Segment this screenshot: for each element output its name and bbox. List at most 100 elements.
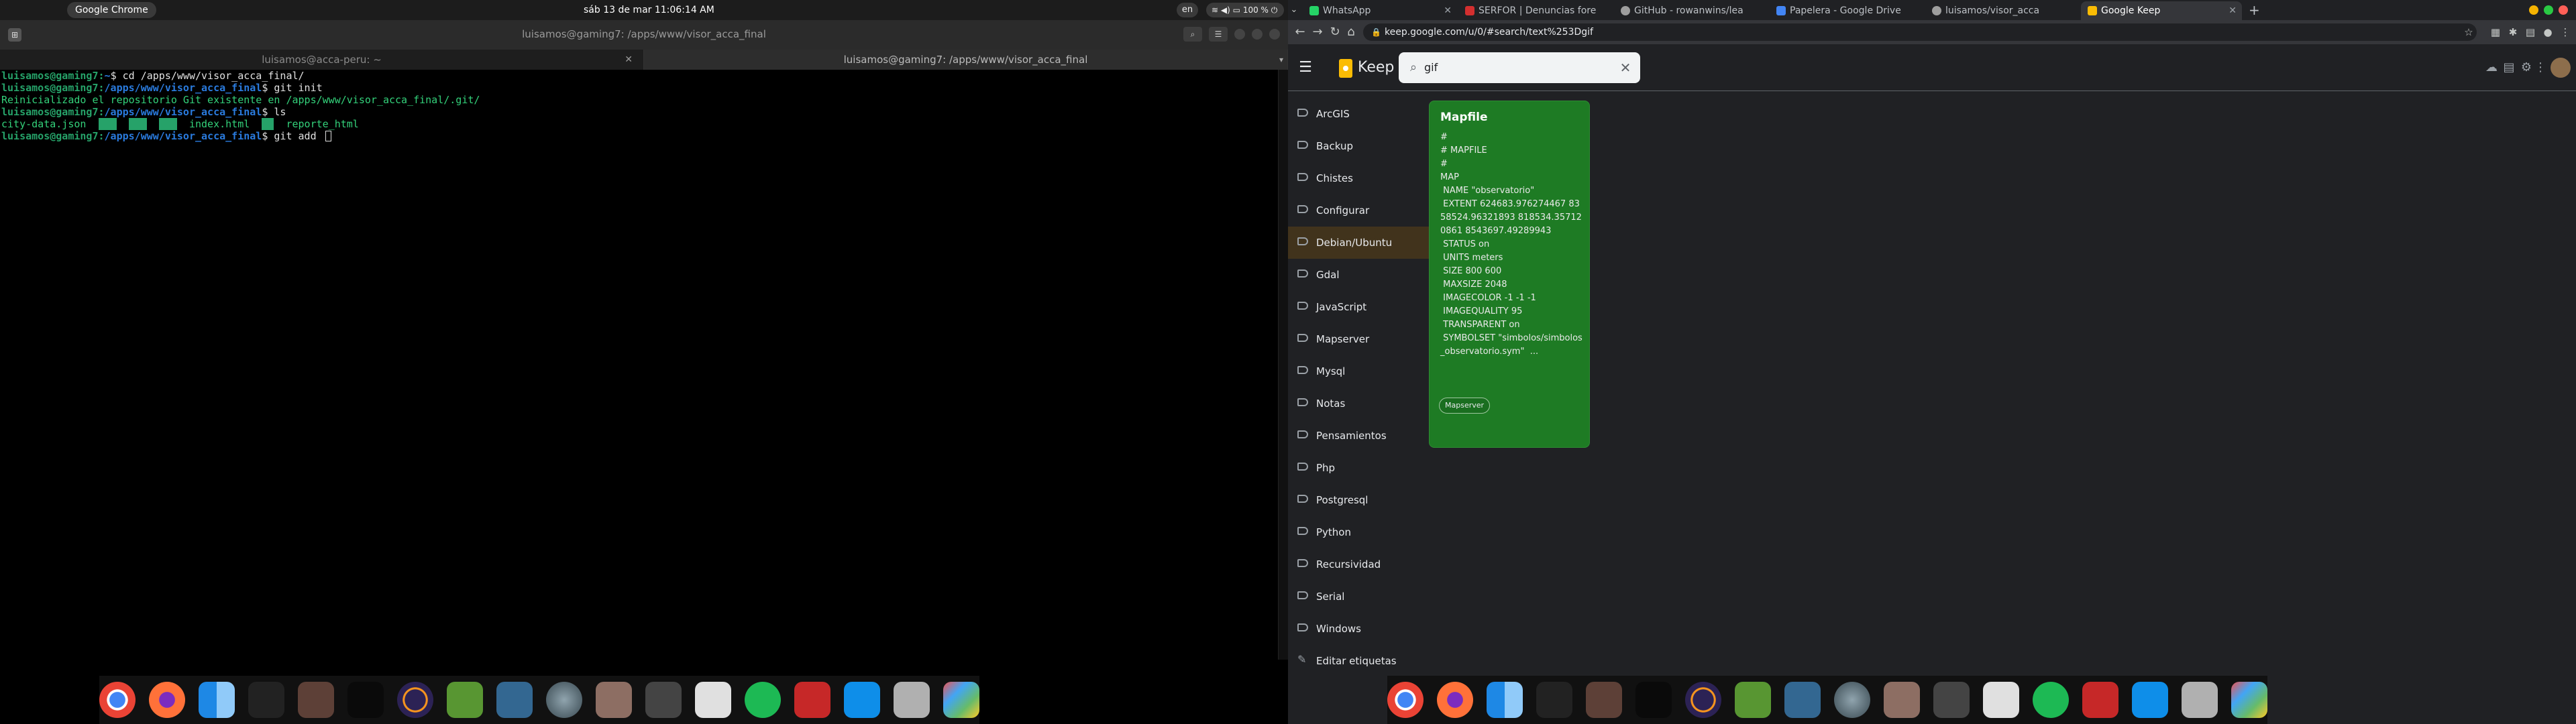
- finder-icon[interactable]: [199, 682, 235, 718]
- sidebar-label-item[interactable]: Windows: [1288, 613, 1476, 645]
- sidebar-label-item[interactable]: Php: [1288, 452, 1476, 484]
- active-app-indicator[interactable]: Google Chrome: [67, 2, 156, 18]
- maximize-button[interactable]: [2544, 5, 2553, 15]
- vscode-icon[interactable]: [1635, 682, 1672, 718]
- maximize-button[interactable]: [1252, 29, 1263, 40]
- postgres-icon[interactable]: [1784, 682, 1821, 718]
- editor-icon[interactable]: [1586, 682, 1622, 718]
- trash-icon[interactable]: [2182, 682, 2218, 718]
- search-box[interactable]: ⌕ gif ✕: [1399, 52, 1640, 83]
- launchpad-icon[interactable]: [2231, 682, 2267, 718]
- minimize-button[interactable]: [2529, 5, 2538, 15]
- browser-tab-active[interactable]: Google Keep ✕: [2081, 1, 2242, 20]
- terminal-icon[interactable]: [1536, 682, 1572, 718]
- close-tab-icon[interactable]: ✕: [625, 50, 633, 70]
- spotify-icon[interactable]: [745, 682, 781, 718]
- eclipse-icon[interactable]: [397, 682, 433, 718]
- globe-icon[interactable]: [1834, 682, 1870, 718]
- postgres-icon[interactable]: [496, 682, 533, 718]
- globe-icon[interactable]: [546, 682, 582, 718]
- sidebar-label-item[interactable]: Recursividad: [1288, 548, 1476, 581]
- main-menu-icon[interactable]: ☰: [1293, 56, 1318, 80]
- browser-tab[interactable]: Papelera - Google Drive: [1770, 1, 1924, 20]
- apple-menu-icon[interactable]: [27, 3, 39, 15]
- reading-list-icon[interactable]: ▤: [2524, 25, 2537, 39]
- close-tab-icon[interactable]: ✕: [1444, 1, 1452, 20]
- note-label-chip[interactable]: Mapserver: [1439, 398, 1491, 414]
- search-input[interactable]: gif: [1424, 52, 1438, 83]
- qgis-icon[interactable]: [447, 682, 483, 718]
- sidebar-label-item[interactable]: Python: [1288, 516, 1476, 548]
- qgis-icon[interactable]: [1735, 682, 1771, 718]
- sidebar-label-item[interactable]: Postgresql: [1288, 484, 1476, 516]
- launchpad-icon[interactable]: [943, 682, 979, 718]
- menu-icon[interactable]: ☰: [1209, 27, 1228, 42]
- filezilla-icon[interactable]: [695, 682, 731, 718]
- browser-tab[interactable]: SERFOR | Denuncias fore: [1458, 1, 1613, 20]
- chrome-icon[interactable]: [99, 682, 136, 718]
- terminal-icon[interactable]: [248, 682, 284, 718]
- settings-gear-icon[interactable]: ⚙: [2518, 60, 2534, 76]
- sidebar-label-item[interactable]: Serial: [1288, 581, 1476, 613]
- tab-list-icon[interactable]: ▾: [1279, 50, 1283, 70]
- apps-grid-icon[interactable]: ⋮⋮: [2534, 60, 2559, 76]
- new-tab-button[interactable]: +: [2249, 3, 2260, 17]
- puzzle-icon[interactable]: ✱: [2506, 25, 2520, 39]
- trash-icon[interactable]: [894, 682, 930, 718]
- system-status-menu[interactable]: ≋ ◀) ▭ 100 % ⏻: [1206, 3, 1284, 17]
- terminal-tab-active[interactable]: luisamos@gaming7: /apps/www/visor_acca_f…: [644, 50, 1288, 70]
- firefox-icon[interactable]: [149, 682, 185, 718]
- teamviewer-icon[interactable]: [2132, 682, 2168, 718]
- minimize-button[interactable]: [1234, 29, 1245, 40]
- google-drive-icon: [1776, 6, 1786, 15]
- clock[interactable]: sáb 13 de mar 11:06:14 AM: [584, 2, 714, 18]
- terminal-line: luisamos@gaming7:~$ cd /apps/www/visor_a…: [1, 70, 305, 82]
- filezilla-icon[interactable]: [1983, 682, 2019, 718]
- back-icon[interactable]: ←: [1292, 24, 1308, 40]
- browser-tab[interactable]: GitHub - rowanwins/lea: [1614, 1, 1768, 20]
- bookmark-star-icon[interactable]: ☆: [2462, 25, 2475, 39]
- gmail-icon[interactable]: [794, 682, 830, 718]
- teamviewer-icon[interactable]: [844, 682, 880, 718]
- search-icon[interactable]: ⌕: [1405, 60, 1421, 76]
- extension-icon[interactable]: ▦: [2489, 25, 2502, 39]
- tab-search-icon[interactable]: ⌄: [1288, 3, 1300, 17]
- terminal-output[interactable]: luisamos@gaming7:~$ cd /apps/www/visor_a…: [0, 70, 1278, 660]
- gmail-icon[interactable]: [2082, 682, 2118, 718]
- app-name[interactable]: Keep: [1358, 59, 1394, 76]
- image-viewer-icon[interactable]: [1884, 682, 1920, 718]
- chrome-icon[interactable]: [1387, 682, 1424, 718]
- close-tab-icon[interactable]: ✕: [2229, 1, 2237, 20]
- image-viewer-icon[interactable]: [596, 682, 632, 718]
- vscode-icon[interactable]: [347, 682, 384, 718]
- close-button[interactable]: [2559, 5, 2568, 15]
- note-card[interactable]: Mapfile # # MAPFILE # MAP NAME "observat…: [1429, 101, 1590, 448]
- search-icon[interactable]: ⌕: [1183, 27, 1202, 42]
- sidebar-label-text: Pensamientos: [1316, 430, 1387, 442]
- close-icon[interactable]: ✕: [1617, 60, 1633, 76]
- terminal-tab[interactable]: luisamos@acca-peru: ~ ✕: [0, 50, 644, 70]
- editor-icon[interactable]: [298, 682, 334, 718]
- profile-icon[interactable]: ●: [2541, 25, 2555, 39]
- eclipse-icon[interactable]: [1685, 682, 1721, 718]
- close-button[interactable]: [1269, 29, 1280, 40]
- reload-icon[interactable]: ↻: [1327, 24, 1343, 40]
- address-bar[interactable]: 🔒 keep.google.com/u/0/#search/text%253Dg…: [1363, 23, 2477, 41]
- list-view-icon[interactable]: ▤: [2501, 60, 2517, 76]
- inkscape-icon[interactable]: [645, 682, 682, 718]
- cloud-sync-icon[interactable]: ☁: [2483, 60, 2500, 76]
- avatar[interactable]: [2551, 58, 2571, 78]
- firefox-icon[interactable]: [1437, 682, 1473, 718]
- inkscape-icon[interactable]: [1933, 682, 1970, 718]
- home-icon[interactable]: ⌂: [1343, 24, 1359, 40]
- finder-icon[interactable]: [1487, 682, 1523, 718]
- edit-labels-button[interactable]: ✎ Editar etiquetas: [1288, 645, 1476, 677]
- browser-tab[interactable]: WhatsApp ✕: [1303, 1, 1457, 20]
- more-icon[interactable]: ⋮: [2559, 25, 2572, 39]
- browser-tab[interactable]: luisamos/visor_acca: [1925, 1, 2080, 20]
- spotify-icon[interactable]: [2033, 682, 2069, 718]
- terminal-scrollbar[interactable]: [1278, 70, 1288, 660]
- keyboard-language[interactable]: en: [1177, 3, 1198, 17]
- keep-logo-icon[interactable]: [1339, 59, 1352, 78]
- forward-icon[interactable]: →: [1309, 24, 1326, 40]
